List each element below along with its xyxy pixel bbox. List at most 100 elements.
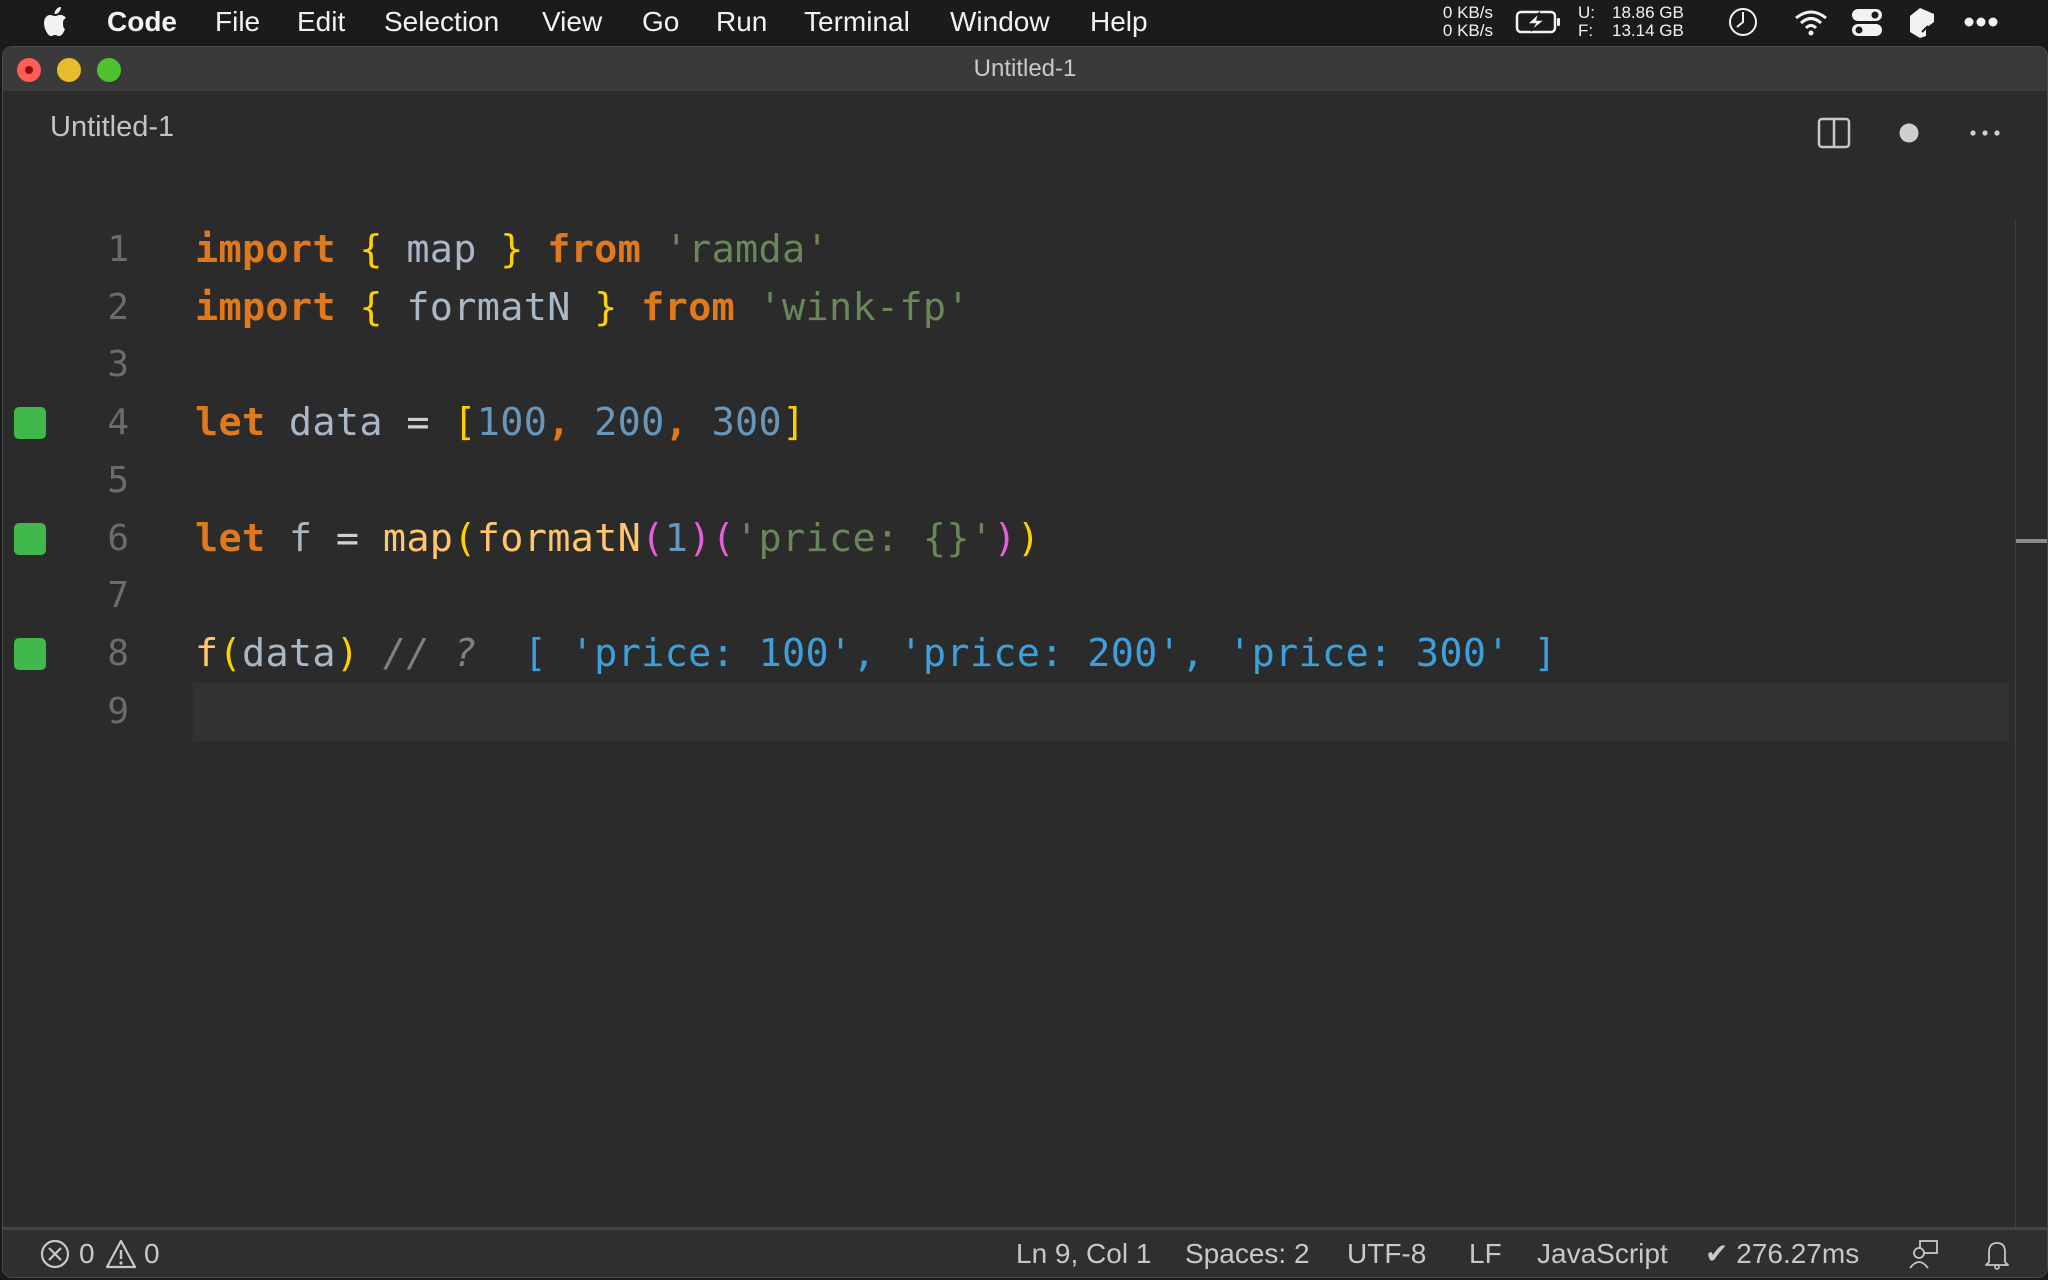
code-token: )	[1016, 515, 1041, 561]
line-number[interactable]: 8	[63, 625, 129, 683]
code-token: }	[594, 284, 618, 330]
language-mode[interactable]: JavaScript	[1537, 1230, 1668, 1277]
menu-selection[interactable]: Selection	[384, 0, 499, 44]
code-token: =	[406, 400, 430, 446]
window-title: Untitled-1	[973, 55, 1077, 82]
tab-untitled-1[interactable]: Untitled-1	[50, 111, 174, 144]
code-token: formatN	[382, 284, 595, 330]
title-bar[interactable]: Untitled-1	[3, 47, 2047, 91]
indentation[interactable]: Spaces: 2	[1185, 1230, 1310, 1277]
apple-logo-icon[interactable]	[40, 6, 68, 38]
quokka-coverage-marker[interactable]	[14, 407, 46, 440]
code-token: let	[195, 515, 266, 561]
wifi-icon[interactable]	[1793, 8, 1829, 36]
disk-usage[interactable]: 18.86 GB 13.14 GB	[1612, 4, 1684, 40]
unsaved-indicator-button[interactable]	[1889, 113, 1929, 153]
code-line[interactable]: import { map } from 'ramda'	[195, 221, 829, 279]
line-number[interactable]: 5	[63, 452, 129, 510]
menu-view[interactable]: View	[542, 0, 602, 44]
clock-icon[interactable]	[1727, 6, 1759, 38]
error-count[interactable]: 0	[79, 1230, 95, 1277]
code-token: map	[382, 515, 454, 561]
app-extension-icon[interactable]	[1908, 6, 1936, 40]
disk-used-label: U:	[1578, 3, 1595, 22]
menu-app-code[interactable]: Code	[107, 0, 177, 44]
menu-edit[interactable]: Edit	[297, 0, 345, 44]
code-token: map	[382, 227, 501, 272]
menu-run[interactable]: Run	[716, 0, 767, 44]
encoding[interactable]: UTF-8	[1347, 1230, 1426, 1277]
menu-file[interactable]: File	[215, 0, 260, 44]
quokka-timing[interactable]: ✔ 276.27ms	[1705, 1230, 1859, 1277]
battery-charging-icon[interactable]	[1515, 10, 1563, 34]
code-token: }	[500, 227, 524, 272]
code-token: )	[688, 515, 712, 561]
line-number[interactable]: 7	[63, 567, 129, 625]
menu-help[interactable]: Help	[1090, 0, 1148, 44]
code-token: data	[265, 400, 407, 446]
code-token: [ 'price: 100', 'price: 200', 'price: 30…	[500, 630, 1557, 676]
macos-menu-bar: Code File Edit Selection View Go Run Ter…	[0, 0, 2048, 44]
disk-used-value: 18.86 GB	[1612, 3, 1684, 22]
code-token: (	[453, 515, 477, 561]
code-editor[interactable]: 123456789 import { map } from 'ramda' imp…	[3, 169, 2047, 1229]
warning-count[interactable]: 0	[144, 1230, 160, 1277]
quokka-coverage-marker[interactable]	[14, 522, 46, 555]
status-bar: 0 0 Ln 9, Col 1 Spaces: 2 UTF-8 LF JavaS…	[3, 1227, 2047, 1277]
code-token: let	[195, 400, 266, 446]
code-line[interactable]: f(data) // ? [ 'price: 100', 'price: 200…	[195, 625, 1557, 683]
net-download: 0 KB/s	[1442, 21, 1493, 40]
feedback-icon[interactable]	[1908, 1238, 1940, 1270]
code-token: 'wink-fp'	[758, 284, 970, 330]
net-upload: 0 KB/s	[1442, 3, 1493, 22]
code-token: ]	[782, 400, 806, 446]
code-token: (	[218, 630, 242, 676]
warning-icon[interactable]	[105, 1238, 137, 1270]
menu-go[interactable]: Go	[642, 0, 679, 44]
menu-terminal[interactable]: Terminal	[804, 0, 910, 44]
code-token: f	[265, 515, 336, 561]
code-line[interactable]: let data = [100, 200, 300]	[195, 394, 806, 452]
menu-window[interactable]: Window	[950, 0, 1050, 44]
network-speed[interactable]: 0 KB/s 0 KB/s	[1433, 4, 1493, 40]
code-token: f	[195, 630, 219, 676]
code-line[interactable]: import { formatN } from 'wink-fp'	[195, 279, 970, 337]
disk-free-value: 13.14 GB	[1612, 21, 1684, 40]
more-icon[interactable]	[1963, 16, 1999, 28]
code-token: 200	[594, 400, 665, 446]
vertical-scrollbar[interactable]	[2015, 221, 2016, 1229]
code-token: 100	[476, 400, 548, 446]
code-token: (	[641, 515, 665, 561]
disk-labels: U: F:	[1578, 4, 1595, 40]
code-token: // ?	[359, 630, 501, 676]
code-token: (	[711, 515, 736, 561]
split-editor-button[interactable]	[1814, 113, 1854, 153]
code-token: [	[453, 400, 477, 446]
line-number[interactable]: 9	[63, 683, 129, 741]
line-number[interactable]: 6	[63, 510, 129, 568]
code-line[interactable]: let f = map(formatN(1)('price: {}'))	[195, 510, 1040, 568]
code-token: =	[335, 515, 360, 561]
code-token: import	[195, 284, 336, 330]
quokka-coverage-marker[interactable]	[14, 637, 46, 670]
line-number[interactable]: 1	[63, 221, 129, 279]
notifications-bell-icon[interactable]	[1981, 1238, 2013, 1270]
code-token: )	[993, 515, 1017, 561]
line-number[interactable]: 4	[63, 394, 129, 452]
cursor-position[interactable]: Ln 9, Col 1	[1016, 1230, 1151, 1277]
code-token: {	[359, 227, 383, 272]
vscode-window: Untitled-1 Untitled-1 123456789 import {…	[2, 46, 2048, 1278]
line-number[interactable]: 3	[63, 336, 129, 394]
end-of-line[interactable]: LF	[1469, 1230, 1502, 1277]
code-token: import	[195, 227, 336, 272]
more-actions-button[interactable]	[1965, 113, 2005, 153]
editor-tab-row: Untitled-1	[3, 91, 2047, 169]
control-center-icon[interactable]	[1851, 8, 1883, 38]
error-icon[interactable]	[39, 1238, 71, 1270]
line-number[interactable]: 2	[63, 279, 129, 337]
